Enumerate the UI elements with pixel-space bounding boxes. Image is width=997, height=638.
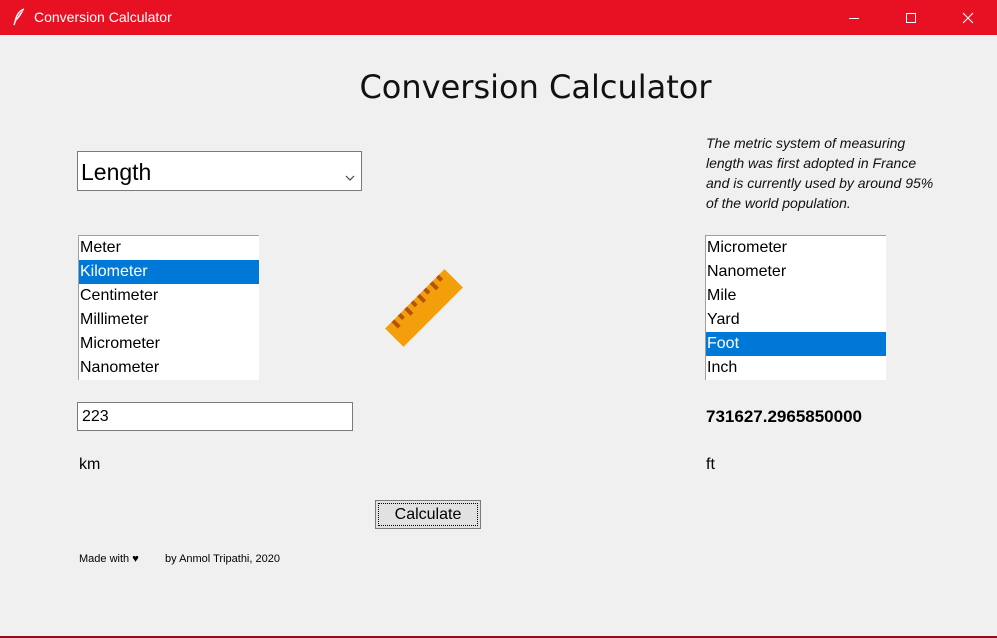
credit-text: by Anmol Tripathi, 2020: [165, 553, 280, 565]
list-item[interactable]: Nanometer: [706, 260, 886, 284]
feather-icon: [11, 8, 27, 26]
category-selected-value: Length: [81, 159, 152, 185]
list-item[interactable]: Micrometer: [706, 236, 886, 260]
category-dropdown[interactable]: Length: [77, 151, 362, 191]
list-item[interactable]: Kilometer: [79, 260, 259, 284]
list-item[interactable]: Meter: [79, 236, 259, 260]
title-bar: Conversion Calculator: [0, 0, 997, 35]
calculate-button-label: Calculate: [378, 503, 478, 526]
list-item[interactable]: Nanometer: [79, 356, 259, 380]
minimize-button[interactable]: [825, 0, 883, 35]
made-with-text: Made with ♥: [79, 553, 139, 565]
fact-text: The metric system of measuring length wa…: [706, 135, 934, 211]
from-unit-listbox[interactable]: Meter Kilometer Centimeter Millimeter Microm…: [78, 235, 259, 380]
page-title: Conversion Calculator: [359, 68, 712, 106]
list-item[interactable]: Inch: [706, 356, 886, 380]
minimize-icon: [849, 17, 859, 19]
close-icon: [962, 12, 974, 23]
list-item[interactable]: Centimeter: [79, 284, 259, 308]
list-item[interactable]: Micrometer: [79, 332, 259, 356]
close-button[interactable]: [939, 0, 997, 35]
maximize-button[interactable]: [882, 0, 940, 35]
calculate-button[interactable]: Calculate: [375, 500, 481, 529]
value-input[interactable]: [77, 402, 353, 431]
window-title: Conversion Calculator: [34, 9, 172, 25]
maximize-icon: [906, 12, 916, 23]
ruler-icon: [378, 262, 470, 358]
list-item[interactable]: Millimeter: [79, 308, 259, 332]
chevron-down-icon: [345, 167, 355, 186]
list-item[interactable]: Mile: [706, 284, 886, 308]
list-item[interactable]: Yard: [706, 308, 886, 332]
result-value: 731627.2965850000: [706, 407, 862, 426]
to-unit-listbox[interactable]: Micrometer Nanometer Mile Yard Foot Inch: [705, 235, 886, 380]
list-item[interactable]: Foot: [706, 332, 886, 356]
from-unit-label: km: [79, 456, 101, 473]
to-unit-label: ft: [706, 456, 715, 473]
